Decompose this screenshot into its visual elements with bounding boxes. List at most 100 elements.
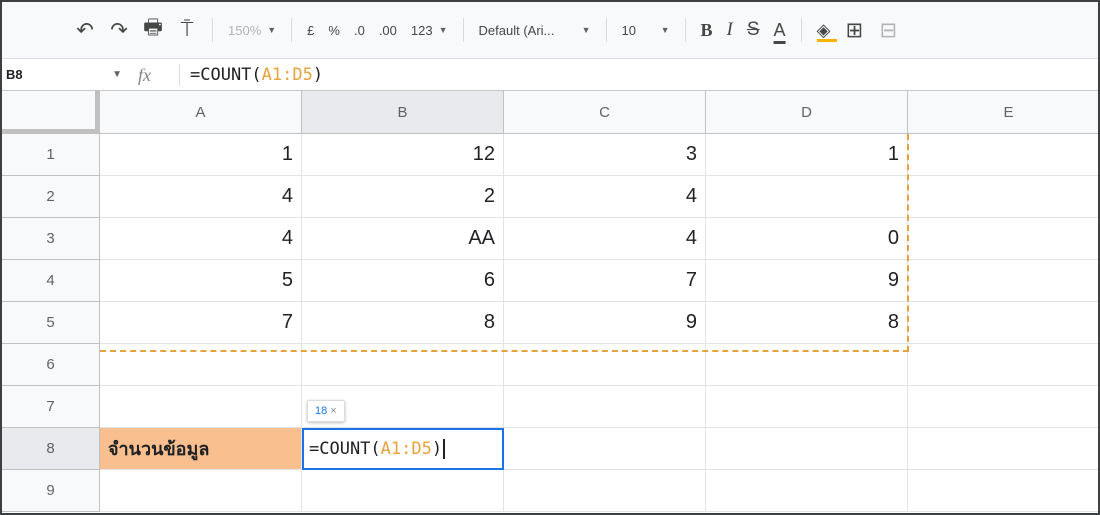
cell-a4[interactable]: 5 bbox=[100, 260, 302, 302]
toolbar-divider bbox=[291, 18, 293, 42]
row-header[interactable]: 5 bbox=[2, 302, 100, 344]
cell-c9[interactable] bbox=[504, 470, 706, 512]
zoom-value: 150% bbox=[228, 22, 262, 38]
cell-d3[interactable]: 0 bbox=[706, 218, 908, 260]
zoom-select[interactable]: 150% ▼ bbox=[223, 16, 281, 44]
currency-button[interactable]: £ bbox=[302, 16, 319, 44]
row-header[interactable]: 7 bbox=[2, 386, 100, 428]
cell-e1[interactable] bbox=[908, 134, 1098, 176]
name-box[interactable]: B8 ▼ bbox=[2, 67, 130, 82]
cell-c4[interactable]: 7 bbox=[504, 260, 706, 302]
cell-d9[interactable] bbox=[706, 470, 908, 512]
cell-e5[interactable] bbox=[908, 302, 1098, 344]
close-icon[interactable]: × bbox=[330, 405, 336, 417]
font-size-select[interactable]: 10 ▼ bbox=[617, 16, 675, 44]
cell-e4[interactable] bbox=[908, 260, 1098, 302]
paint-format-icon[interactable]: ⍑ bbox=[172, 16, 202, 44]
cell-c3[interactable]: 4 bbox=[504, 218, 706, 260]
strikethrough-button[interactable]: S bbox=[742, 16, 765, 44]
row-header[interactable]: 6 bbox=[2, 344, 100, 386]
text-cursor bbox=[443, 439, 446, 459]
row-header[interactable]: 1 bbox=[2, 134, 100, 176]
percent-button[interactable]: % bbox=[323, 16, 345, 44]
chevron-down-icon: ▼ bbox=[267, 25, 277, 35]
redo-icon[interactable]: ↷ bbox=[104, 16, 134, 44]
increase-decimal-button[interactable]: .00 bbox=[374, 16, 402, 44]
cell-d7[interactable] bbox=[706, 386, 908, 428]
formula-input[interactable]: =COUNT(A1:D5) bbox=[190, 65, 323, 85]
cell-a1[interactable]: 1 bbox=[100, 134, 302, 176]
toolbar-divider bbox=[212, 18, 213, 42]
text-color-button[interactable]: A bbox=[769, 16, 791, 44]
cell-b4[interactable]: 6 bbox=[302, 260, 504, 302]
borders-icon[interactable]: ⊞ bbox=[839, 16, 869, 44]
font-size-value: 10 bbox=[621, 22, 636, 38]
formula-range: A1:D5 bbox=[380, 439, 432, 459]
table-row: 4 5 6 7 9 bbox=[2, 260, 1098, 302]
more-formats-button[interactable]: 123 ▼ bbox=[406, 16, 453, 44]
column-header-a[interactable]: A bbox=[100, 91, 302, 134]
cell-a6[interactable] bbox=[100, 344, 302, 386]
cell-e6[interactable] bbox=[908, 344, 1098, 386]
cell-d5[interactable]: 8 bbox=[706, 302, 908, 344]
row-header[interactable]: 8 bbox=[2, 428, 100, 470]
table-row: 5 7 8 9 8 bbox=[2, 302, 1098, 344]
row-header[interactable]: 2 bbox=[2, 176, 100, 218]
italic-button[interactable]: I bbox=[722, 16, 738, 44]
name-box-value: B8 bbox=[6, 67, 23, 82]
cell-e3[interactable] bbox=[908, 218, 1098, 260]
cell-e8[interactable] bbox=[908, 428, 1098, 470]
cell-a8-label[interactable]: จำนวนข้อมูล bbox=[100, 428, 302, 470]
fx-icon: fx bbox=[130, 63, 180, 86]
cell-a5[interactable]: 7 bbox=[100, 302, 302, 344]
decrease-decimal-button[interactable]: .0 bbox=[349, 16, 370, 44]
font-select[interactable]: Default (Ari... ▼ bbox=[474, 16, 596, 44]
cell-b9[interactable] bbox=[302, 470, 504, 512]
toolbar-divider bbox=[605, 18, 607, 42]
cell-c2[interactable]: 4 bbox=[504, 176, 706, 218]
column-header-b[interactable]: B bbox=[302, 91, 504, 134]
chevron-down-icon: ▼ bbox=[438, 25, 448, 35]
row-header[interactable]: 3 bbox=[2, 218, 100, 260]
cell-b3[interactable]: AA bbox=[302, 218, 504, 260]
cell-b5[interactable]: 8 bbox=[302, 302, 504, 344]
column-header-c[interactable]: C bbox=[504, 91, 706, 134]
cell-d4[interactable]: 9 bbox=[706, 260, 908, 302]
cell-b1[interactable]: 12 bbox=[302, 134, 504, 176]
cell-e9[interactable] bbox=[908, 470, 1098, 512]
row-header[interactable]: 9 bbox=[2, 470, 100, 512]
cell-a3[interactable]: 4 bbox=[100, 218, 302, 260]
cell-a9[interactable] bbox=[100, 470, 302, 512]
tooltip-value: 18 bbox=[315, 405, 328, 417]
cell-a7[interactable] bbox=[100, 386, 302, 428]
row-header[interactable]: 4 bbox=[2, 260, 100, 302]
cell-a2[interactable]: 4 bbox=[100, 176, 302, 218]
cell-b8-editor[interactable]: =COUNT(A1:D5) bbox=[302, 428, 504, 470]
cell-e7[interactable] bbox=[908, 386, 1098, 428]
cell-c5[interactable]: 9 bbox=[504, 302, 706, 344]
cell-b6[interactable] bbox=[302, 344, 504, 386]
formula-prefix: =COUNT( bbox=[190, 64, 262, 85]
cell-c7[interactable] bbox=[504, 386, 706, 428]
column-header-e[interactable]: E bbox=[908, 91, 1098, 134]
table-row: 7 bbox=[2, 386, 1098, 428]
cell-d8[interactable] bbox=[706, 428, 908, 470]
select-all-corner[interactable] bbox=[2, 91, 100, 134]
toolbar-divider bbox=[462, 18, 464, 42]
cell-d6[interactable] bbox=[706, 344, 908, 386]
bold-button[interactable]: B bbox=[696, 16, 718, 44]
cell-d1[interactable]: 1 bbox=[706, 134, 908, 176]
cell-b2[interactable]: 2 bbox=[302, 176, 504, 218]
cell-c8[interactable] bbox=[504, 428, 706, 470]
cell-e2[interactable] bbox=[908, 176, 1098, 218]
cell-d2[interactable] bbox=[706, 176, 908, 218]
cell-c6[interactable] bbox=[504, 344, 706, 386]
merge-cells-icon[interactable]: ⊟ bbox=[873, 16, 903, 44]
print-icon[interactable]: 🖶 bbox=[138, 16, 168, 44]
table-row: 2 4 2 4 bbox=[2, 176, 1098, 218]
cell-c1[interactable]: 3 bbox=[504, 134, 706, 176]
fill-color-button[interactable]: ◈ bbox=[812, 16, 837, 44]
column-header-d[interactable]: D bbox=[706, 91, 908, 134]
table-row: 9 bbox=[2, 470, 1098, 512]
undo-icon[interactable]: ↶ bbox=[70, 16, 100, 44]
